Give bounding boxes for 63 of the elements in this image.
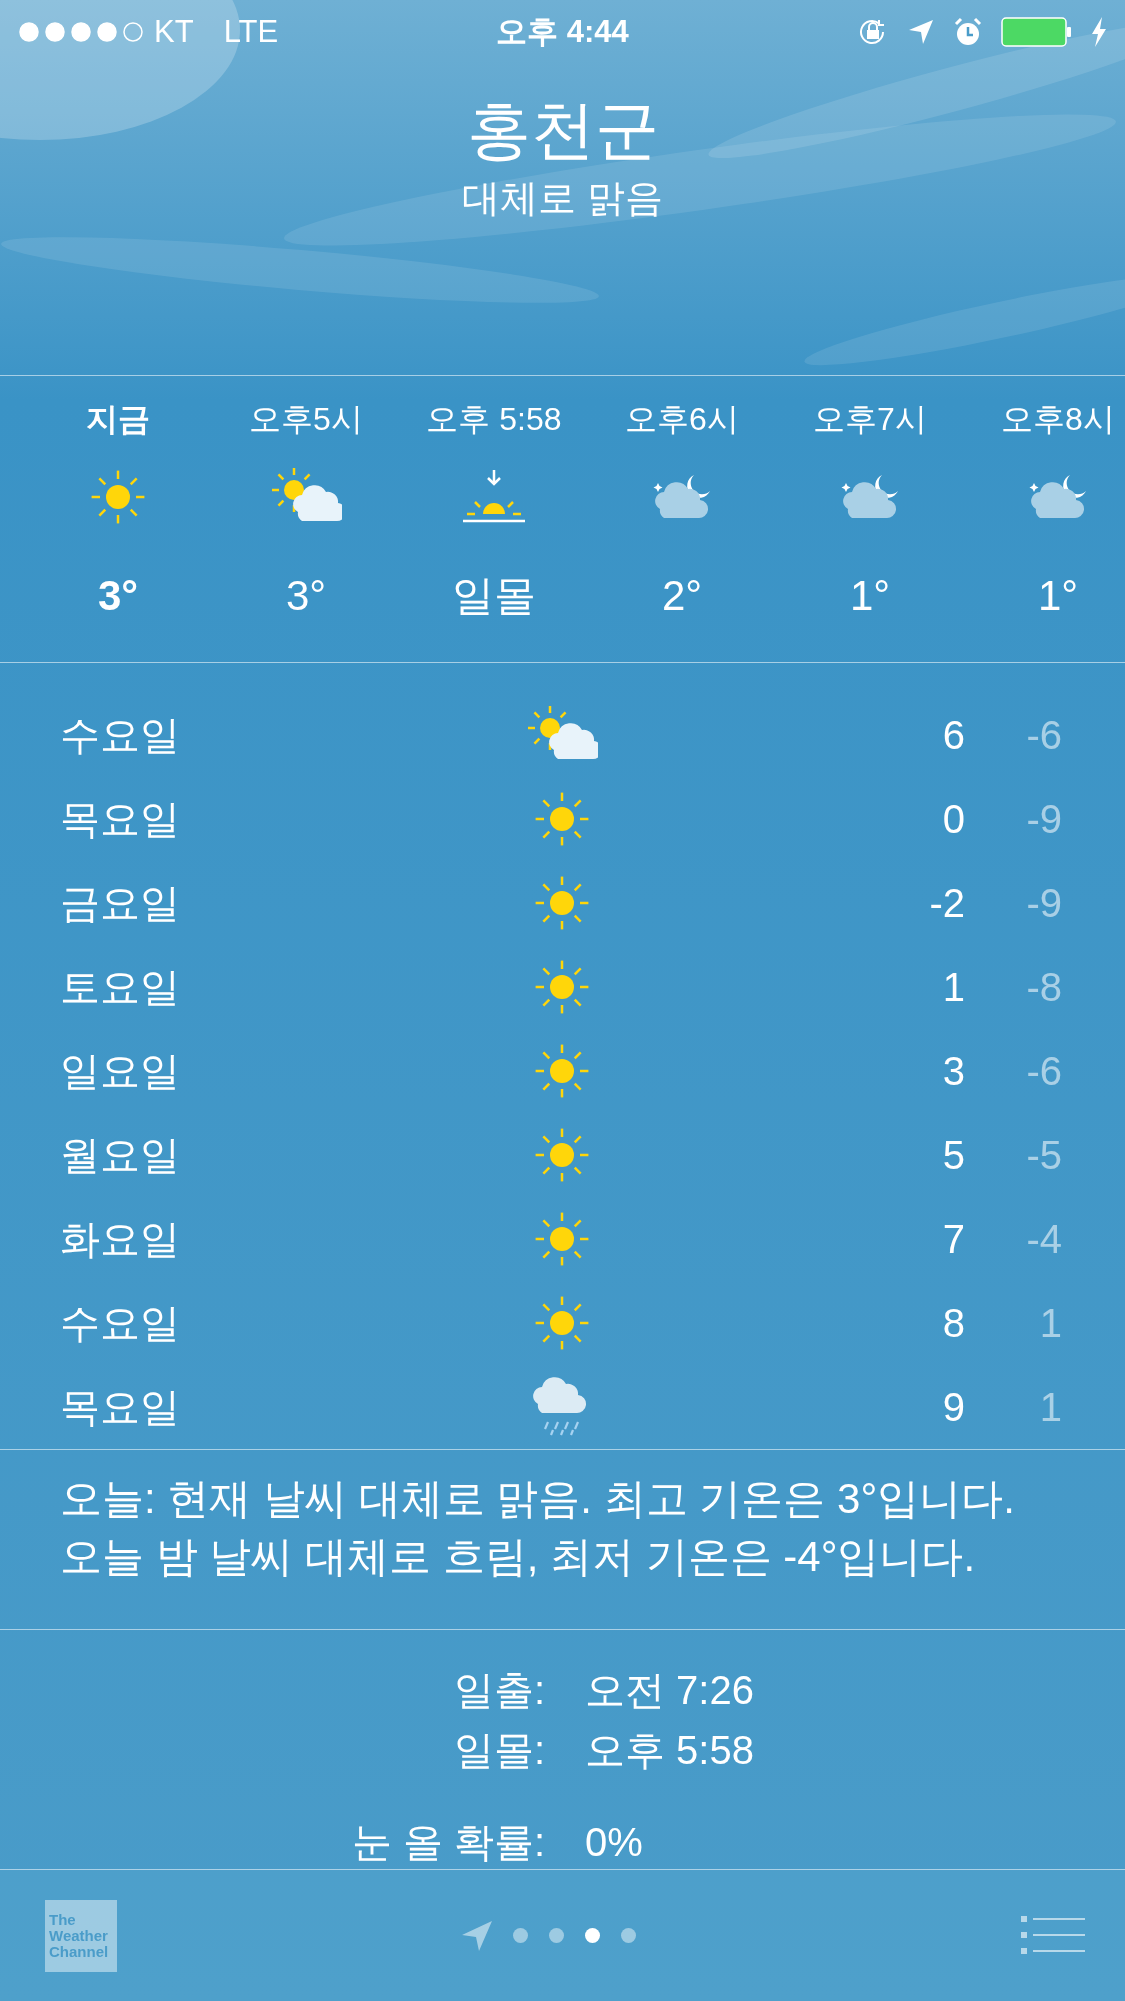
low-temperature: -6 <box>1025 1048 1062 1094</box>
low-temperature: -9 <box>1025 880 1062 926</box>
day-name: 수요일 <box>60 1299 181 1347</box>
alarm-icon <box>953 17 983 47</box>
hour-label: 오후5시 <box>249 400 363 439</box>
page-dot[interactable] <box>513 1928 528 1943</box>
low-temperature: 1 <box>1038 1300 1062 1346</box>
day-name: 금요일 <box>60 879 181 927</box>
low-temperature: -8 <box>1025 964 1062 1010</box>
detail-value: 0% <box>585 1819 644 1866</box>
hour-label: 오후 5:58 <box>426 400 562 439</box>
hour-label: 오후8시 <box>1001 400 1115 439</box>
location-arrow-icon <box>907 18 935 46</box>
day-name: 수요일 <box>60 711 181 759</box>
detail-label: 일몰: <box>452 1727 545 1774</box>
list-button[interactable] <box>1021 1915 1085 1956</box>
hour-temperature: 2° <box>661 571 703 621</box>
high-temperature: 8 <box>941 1300 965 1346</box>
high-temperature: 1 <box>941 964 965 1010</box>
high-temperature: 3 <box>941 1048 965 1094</box>
high-temperature: 9 <box>941 1384 965 1430</box>
low-temperature: -6 <box>1025 712 1062 758</box>
carrier-name: KT <box>154 14 194 50</box>
forecast-summary: 오늘: 현재 날씨 대체로 맑음. 최고 기온은 3°입니다. 오늘 밤 날씨 대체로 흐림, 최저 기온은 -4°입니다. <box>59 1474 1016 1582</box>
hour-temperature: 일몰 <box>452 571 536 621</box>
hour-temperature: 3° <box>97 571 139 621</box>
day-name: 일요일 <box>60 1047 181 1095</box>
clock: 오후 4:44 <box>496 13 629 51</box>
page-dot[interactable] <box>549 1928 564 1943</box>
high-temperature: 6 <box>941 712 965 758</box>
network-type: LTE <box>223 14 279 50</box>
low-temperature: -4 <box>1025 1216 1062 1262</box>
day-name: 화요일 <box>60 1215 181 1263</box>
battery-icon <box>1001 16 1073 48</box>
hour-label: 오후6시 <box>625 400 739 439</box>
detail-label: 눈 올 확률: <box>350 1819 545 1866</box>
low-temperature: -5 <box>1025 1132 1062 1178</box>
detail-label: 일출: <box>452 1667 545 1714</box>
low-temperature: 1 <box>1038 1384 1062 1430</box>
location-arrow-icon[interactable] <box>462 1920 492 1951</box>
high-temperature: 7 <box>941 1216 965 1262</box>
signal-icon <box>18 21 144 43</box>
hour-label: 오후7시 <box>813 400 927 439</box>
day-name: 목요일 <box>60 1383 181 1431</box>
hour-temperature: 1° <box>849 571 891 621</box>
detail-value: 오후 5:58 <box>585 1727 755 1774</box>
high-temperature: 0 <box>941 796 965 842</box>
menu-icon <box>1021 1915 1085 1956</box>
weather-condition: 대체로 맑음 <box>462 176 663 221</box>
charging-bolt-icon <box>1091 17 1107 47</box>
hour-label: 지금 <box>86 400 150 439</box>
day-name: 월요일 <box>60 1131 181 1179</box>
page-dot[interactable] <box>621 1928 636 1943</box>
day-name: 목요일 <box>60 795 181 843</box>
detail-value: 오전 7:26 <box>585 1667 755 1714</box>
high-temperature: 5 <box>941 1132 965 1178</box>
hour-temperature: 3° <box>285 571 327 621</box>
city-name: 홍천군 <box>466 93 659 168</box>
hour-temperature: 1° <box>1037 571 1079 621</box>
weather-channel-logo[interactable]: The Weather Channel <box>45 1899 117 1972</box>
low-temperature: -9 <box>1025 796 1062 842</box>
high-temperature: -2 <box>928 880 965 926</box>
day-name: 토요일 <box>60 963 181 1011</box>
